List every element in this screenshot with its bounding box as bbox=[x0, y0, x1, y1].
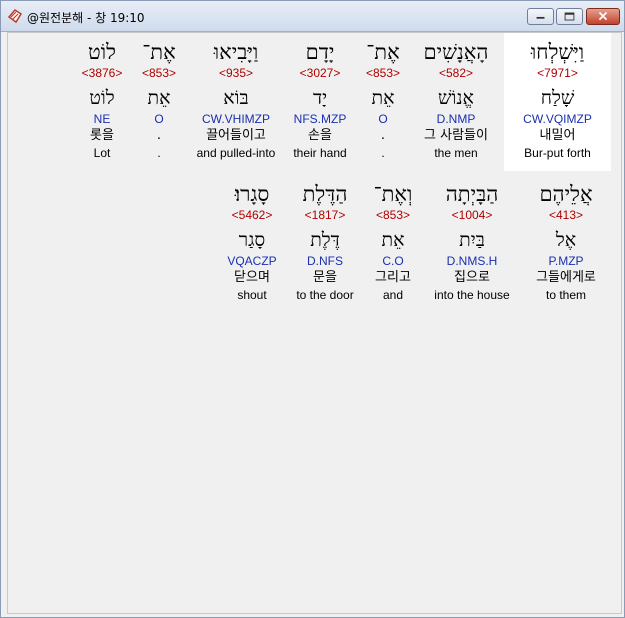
hebrew-word: אֲלֵיהֶם bbox=[539, 182, 593, 206]
app-logo-icon bbox=[7, 9, 23, 24]
title-bar[interactable]: @원전분해 - 창 19:10 bbox=[1, 1, 624, 32]
strong-number[interactable]: <582> bbox=[411, 65, 501, 81]
lemma: דֶּלֶת bbox=[310, 229, 340, 251]
word-column[interactable]: אֶת־ <853> אֵת O . . bbox=[134, 33, 184, 171]
lemma: סָגַר bbox=[238, 229, 266, 251]
parsing-code: D.NMP bbox=[436, 112, 476, 126]
english-gloss: . bbox=[381, 146, 385, 160]
lemma: אֵת bbox=[381, 229, 405, 251]
english-gloss: and pulled-into bbox=[196, 146, 276, 160]
word-column[interactable]: וַיָּבִיאוּ <935> בּוֹא CW.VHIMZP 끌어들이고 … bbox=[190, 33, 282, 171]
word-column[interactable]: הַדֶּלֶת <1817> דֶּלֶת D.NFS 문을 to the d… bbox=[288, 175, 362, 313]
close-button[interactable] bbox=[586, 8, 620, 25]
korean-gloss: 문을 bbox=[313, 270, 337, 285]
lemma: אֵת bbox=[371, 87, 395, 109]
strong-number[interactable]: <1004> bbox=[426, 207, 518, 223]
korean-gloss: 집으로 bbox=[454, 270, 490, 285]
korean-gloss: 내밀어 bbox=[539, 128, 576, 143]
parsing-code: VQACZP bbox=[227, 254, 277, 268]
hebrew-word: סָגָרוּ׃ bbox=[234, 182, 270, 206]
parsing-code: CW.VQIMZP bbox=[523, 112, 592, 126]
english-gloss: to the door bbox=[296, 288, 354, 302]
word-column[interactable]: אֶת־ <853> אֵת O . . bbox=[358, 33, 408, 171]
strong-number[interactable]: <413> bbox=[516, 207, 616, 223]
strong-number[interactable]: <7971> bbox=[504, 65, 611, 81]
word-column[interactable]: הַבָּיְתָה <1004> בַּיִת D.NMS.H 집으로 int… bbox=[426, 175, 518, 313]
parsing-view: וַיִּשְׁלְחוּ <7971> שָׁלַח CW.VQIMZP 내밀… bbox=[7, 32, 622, 614]
hebrew-word: יָדָם bbox=[305, 40, 335, 64]
parsing-code: D.NMS.H bbox=[446, 254, 498, 268]
maximize-button[interactable] bbox=[556, 8, 583, 25]
strong-number[interactable]: <3027> bbox=[286, 65, 354, 81]
lemma: לוֹט bbox=[89, 87, 115, 109]
word-column[interactable]: וַיִּשְׁלְחוּ <7971> שָׁלַח CW.VQIMZP 내밀… bbox=[504, 33, 611, 171]
word-column[interactable]: וְאֶת־ <853> אֵת C.O 그리고 and bbox=[363, 175, 423, 313]
parsing-code: O bbox=[154, 112, 164, 126]
hebrew-word: הָאֲנָשִׁים bbox=[423, 40, 489, 64]
english-gloss: to them bbox=[545, 288, 587, 302]
korean-gloss: . bbox=[156, 128, 162, 143]
minimize-button[interactable] bbox=[527, 8, 554, 25]
lemma: בּוֹא bbox=[223, 87, 249, 109]
strong-number[interactable]: <3876> bbox=[73, 65, 131, 81]
english-gloss: . bbox=[157, 146, 161, 160]
maximize-icon bbox=[564, 12, 575, 21]
app-window: @원전분해 - 창 19:10 וַיִּשְׁלְחוּ <7971> שָׁ… bbox=[0, 0, 625, 618]
korean-gloss: 그 사람들이 bbox=[424, 128, 488, 143]
strong-number[interactable]: <5462> bbox=[218, 207, 286, 223]
hebrew-word: וְאֶת־ bbox=[373, 182, 413, 206]
lemma: בַּיִת bbox=[459, 229, 485, 251]
word-column[interactable]: לוֹט <3876> לוֹט NE 롯을 Lot bbox=[73, 33, 131, 171]
word-column[interactable]: יָדָם <3027> יָד NFS.MZP 손을 their hand bbox=[286, 33, 354, 171]
english-gloss: and bbox=[382, 288, 404, 302]
hebrew-word: אֶת־ bbox=[366, 40, 400, 64]
lemma: יָד bbox=[312, 87, 328, 109]
lemma: שָׁלַח bbox=[540, 87, 575, 109]
strong-number[interactable]: <853> bbox=[363, 207, 423, 223]
parsing-code: C.O bbox=[382, 254, 404, 268]
strong-number[interactable]: <935> bbox=[190, 65, 282, 81]
hebrew-word: לוֹט bbox=[88, 40, 116, 64]
english-gloss: the men bbox=[434, 146, 478, 160]
strong-number[interactable]: <1817> bbox=[288, 207, 362, 223]
hebrew-word: הַדֶּלֶת bbox=[302, 182, 348, 206]
korean-gloss: 롯을 bbox=[90, 128, 114, 143]
korean-gloss: 끌어들이고 bbox=[206, 128, 266, 143]
parsing-code: NE bbox=[93, 112, 111, 126]
english-gloss: Lot bbox=[93, 146, 111, 160]
minimize-icon bbox=[536, 16, 545, 19]
strong-number[interactable]: <853> bbox=[358, 65, 408, 81]
verse-row-1: וַיִּשְׁלְחוּ <7971> שָׁלַח CW.VQIMZP 내밀… bbox=[8, 33, 621, 173]
lemma: אֶל bbox=[555, 229, 577, 251]
word-column[interactable]: הָאֲנָשִׁים <582> אֱנוֹשׁ D.NMP 그 사람들이 t… bbox=[411, 33, 501, 171]
hebrew-word: וַיִּשְׁלְחוּ bbox=[530, 40, 585, 64]
parsing-code: P.MZP bbox=[548, 254, 584, 268]
english-gloss: Bur-put forth bbox=[524, 146, 591, 160]
parsing-code: CW.VHIMZP bbox=[202, 112, 270, 126]
window-title: @원전분해 - 창 19:10 bbox=[27, 11, 145, 25]
hebrew-word: הַבָּיְתָה bbox=[445, 182, 499, 206]
lemma: אֱנוֹשׁ bbox=[438, 87, 474, 109]
korean-gloss: 그들에게로 bbox=[536, 270, 596, 285]
english-gloss: shout bbox=[237, 288, 267, 302]
parsing-code: D.NFS bbox=[307, 254, 343, 268]
parsing-code: O bbox=[378, 112, 388, 126]
korean-gloss: 손을 bbox=[308, 128, 332, 143]
close-icon bbox=[598, 11, 608, 21]
english-gloss: into the house bbox=[434, 288, 510, 302]
strong-number[interactable]: <853> bbox=[134, 65, 184, 81]
korean-gloss: . bbox=[380, 128, 386, 143]
hebrew-word: וַיָּבִיאוּ bbox=[213, 40, 259, 64]
word-column[interactable]: סָגָרוּ׃ <5462> סָגַר VQACZP 닫으며 shout bbox=[218, 175, 286, 313]
lemma: אֵת bbox=[147, 87, 171, 109]
english-gloss: their hand bbox=[293, 146, 347, 160]
word-column[interactable]: אֲלֵיהֶם <413> אֶל P.MZP 그들에게로 to them bbox=[516, 175, 616, 313]
verse-row-2: אֲלֵיהֶם <413> אֶל P.MZP 그들에게로 to them ה… bbox=[8, 175, 621, 315]
parsing-code: NFS.MZP bbox=[293, 112, 347, 126]
korean-gloss: 닫으며 bbox=[234, 270, 270, 285]
hebrew-word: אֶת־ bbox=[142, 40, 176, 64]
korean-gloss: 그리고 bbox=[375, 270, 411, 285]
